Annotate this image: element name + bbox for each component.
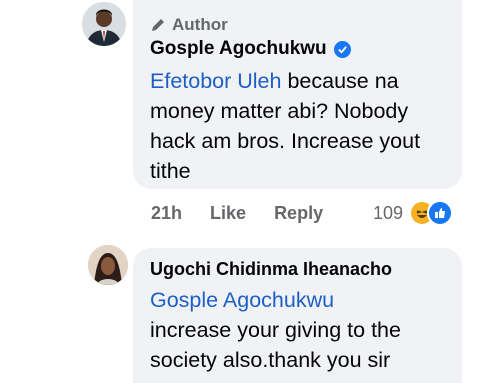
mention-link[interactable]: Efetobor Uleh [150,69,281,93]
avatar-author[interactable] [82,2,126,46]
reactions-summary[interactable]: 109 [373,200,454,226]
reaction-count[interactable]: 109 [373,203,403,224]
pencil-icon [152,19,164,31]
timestamp[interactable]: 21h [151,203,182,224]
comment-author-name[interactable]: Gosple Agochukwu [150,38,351,60]
reply-button[interactable]: Reply [274,203,323,224]
author-badge: Author [150,14,228,36]
like-icon [427,200,454,226]
comment-body: increase your giving to the society also… [150,318,401,372]
comment-text: Gosple Agochukwu increase your giving to … [150,285,450,375]
author-name-text[interactable]: Gosple Agochukwu [150,38,327,60]
comment-actions: 21h Like Reply [151,203,351,224]
comment-text: Efetobor Uleh because na money matter ab… [150,66,450,186]
mention-link[interactable]: Gosple Agochukwu [150,288,334,312]
verified-badge-icon [333,40,351,58]
comment-author-name[interactable]: Ugochi Chidinma Iheanacho [150,259,392,280]
avatar-commenter[interactable] [88,245,128,285]
author-name-text[interactable]: Ugochi Chidinma Iheanacho [150,259,392,280]
like-button[interactable]: Like [210,203,246,224]
author-badge-label: Author [172,15,228,34]
